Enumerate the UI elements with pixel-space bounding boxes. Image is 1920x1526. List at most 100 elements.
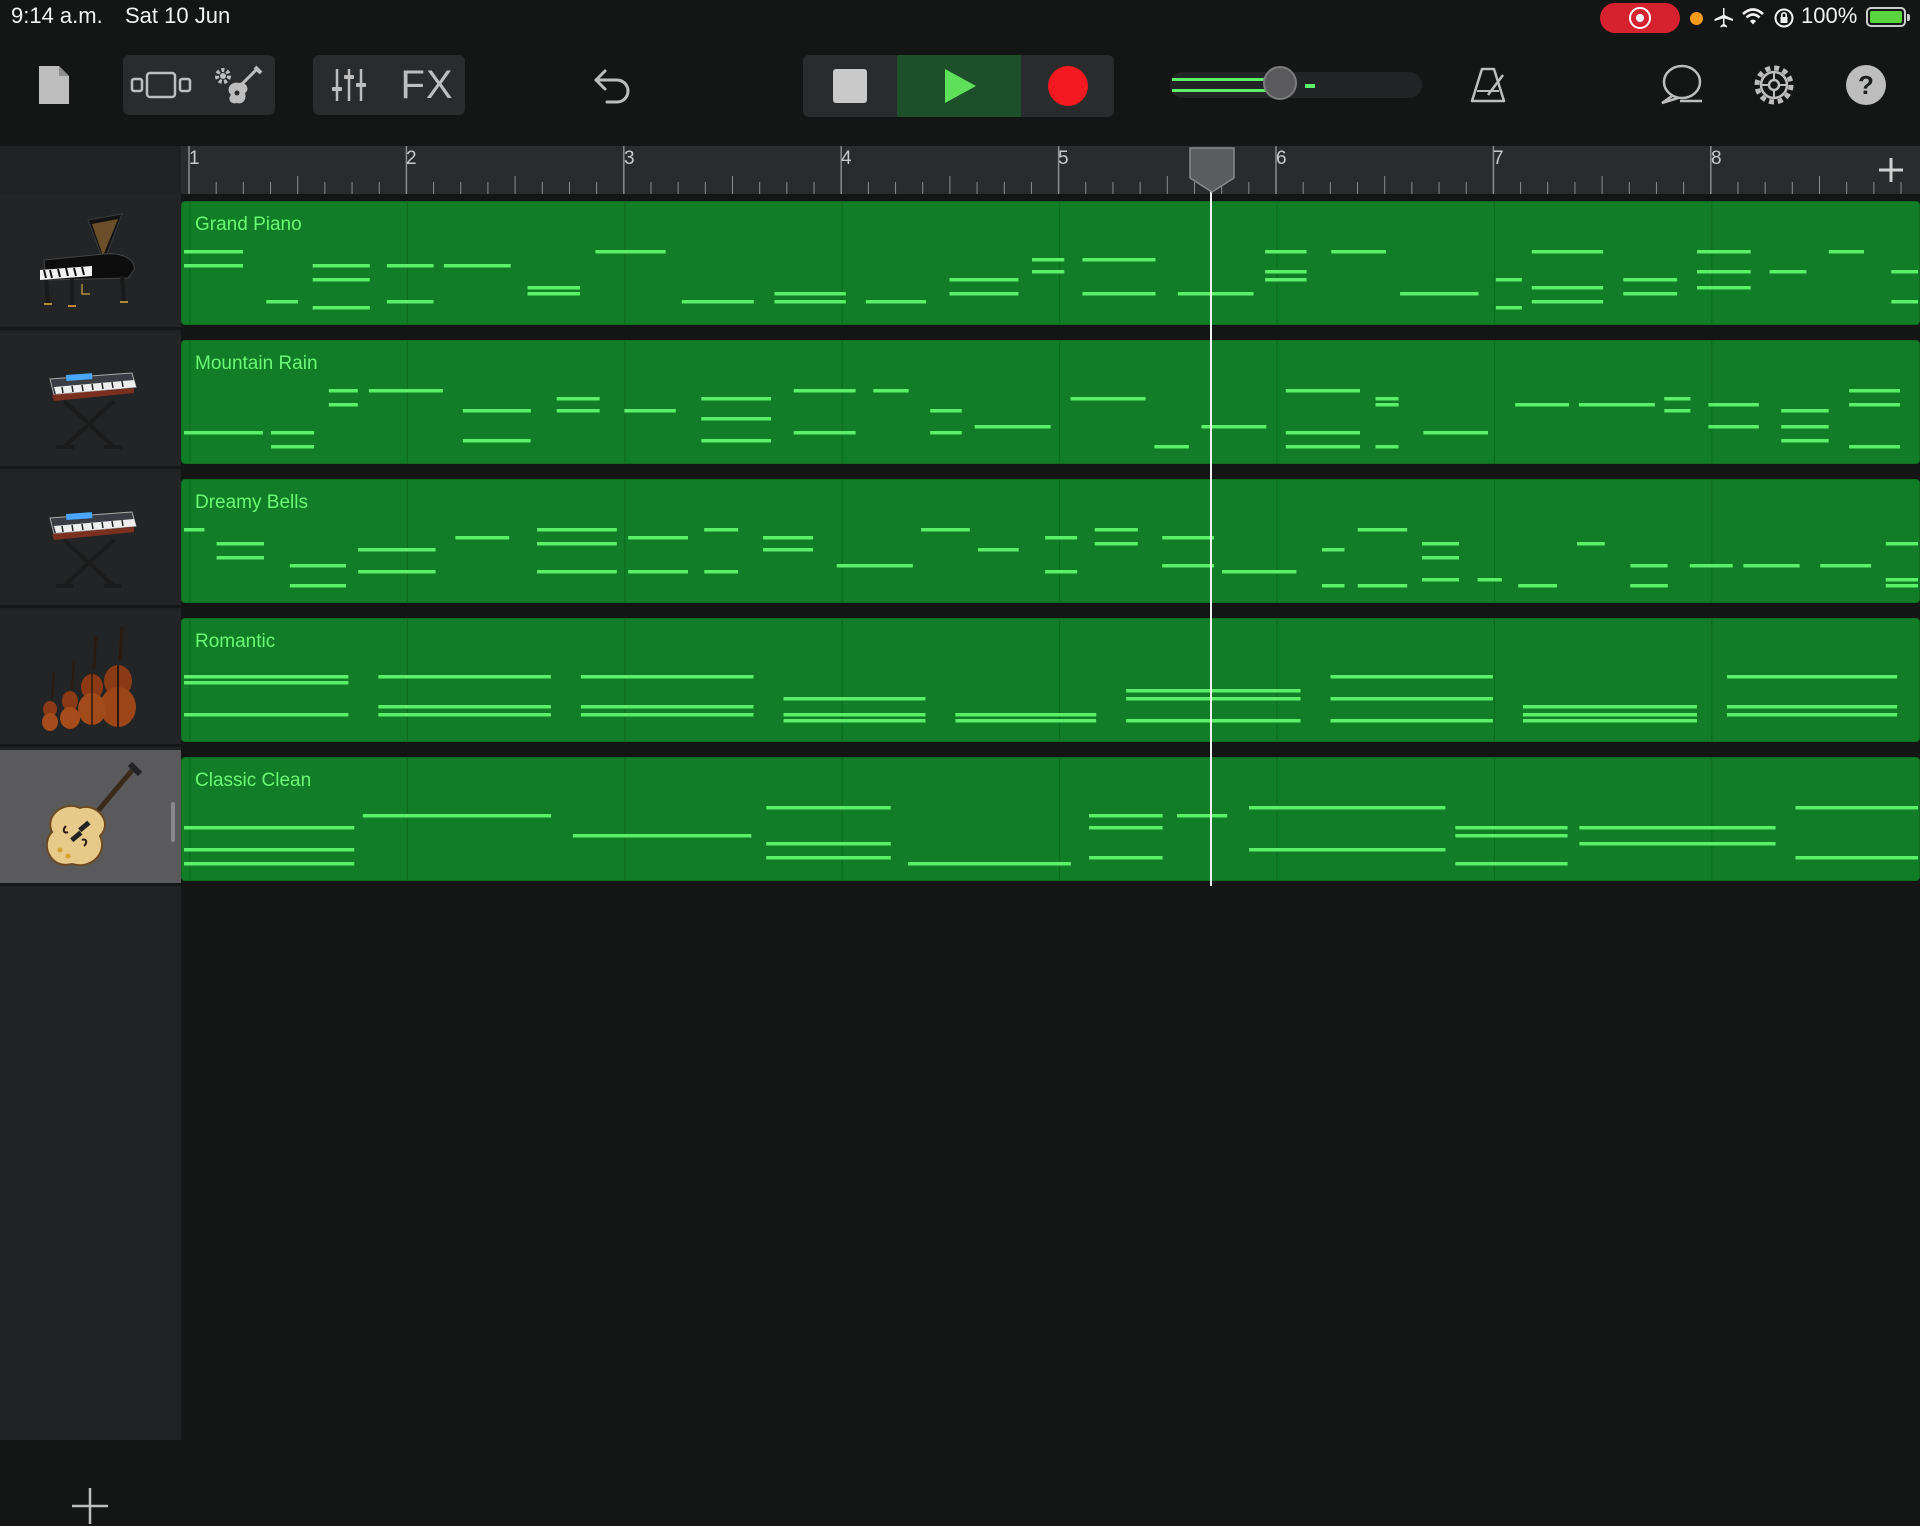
midi-note [774, 300, 846, 304]
midi-note [386, 300, 434, 304]
midi-note [378, 675, 551, 679]
midi-note [1664, 397, 1691, 401]
midi-note [378, 705, 551, 709]
midi-note [1162, 536, 1214, 540]
midi-note [1045, 536, 1078, 540]
midi-note [1177, 292, 1254, 296]
track-header-romantic[interactable] [0, 611, 181, 747]
track-resize-handle[interactable] [171, 802, 175, 842]
metronome-button[interactable] [1464, 55, 1512, 115]
status-date: Sat 10 Jun [125, 3, 231, 28]
midi-note [681, 300, 754, 304]
midi-note [1455, 862, 1568, 866]
midi-note [1422, 578, 1459, 582]
midi-note [1623, 278, 1678, 282]
midi-note [1321, 548, 1345, 552]
bar-number: 2 [406, 148, 417, 169]
play-icon [945, 69, 976, 103]
track-header-classic-clean[interactable] [0, 750, 181, 886]
region-dreamy-bells[interactable]: Dreamy Bells [181, 479, 1920, 603]
midi-note [1375, 403, 1399, 407]
region-grand-piano[interactable]: Grand Piano [181, 201, 1920, 325]
battery-percent: 100% [1801, 3, 1858, 28]
midi-note [1781, 439, 1829, 443]
help-button[interactable]: ? [1844, 55, 1888, 115]
volume-knob[interactable] [1263, 66, 1297, 100]
midi-note [580, 713, 754, 717]
midi-note [1885, 578, 1918, 582]
midi-note [949, 292, 1019, 296]
mixer-button[interactable] [313, 55, 385, 115]
midi-note [955, 719, 1097, 723]
loop-browser-button[interactable] [1654, 55, 1710, 115]
playhead-handle[interactable] [1188, 146, 1236, 194]
midi-note [1176, 814, 1228, 818]
play-button[interactable] [897, 55, 1021, 117]
my-songs-button[interactable] [30, 55, 78, 115]
midi-note [184, 862, 355, 866]
midi-note [271, 445, 315, 449]
midi-note [362, 814, 552, 818]
add-section-button[interactable] [1873, 152, 1909, 188]
instrument-browser-button[interactable] [199, 55, 275, 115]
region-mountain-rain[interactable]: Mountain Rain [181, 340, 1920, 464]
midi-note [455, 536, 510, 540]
midi-note [1045, 570, 1078, 574]
midi-notes [184, 341, 1900, 463]
timeline-ruler[interactable]: 1 2 3 4 5 6 7 8 [181, 146, 1920, 194]
add-track-button[interactable] [70, 1486, 110, 1526]
midi-notes [184, 202, 1918, 324]
region-romantic[interactable]: Romantic [181, 618, 1920, 742]
master-volume-slider[interactable] [1170, 66, 1422, 100]
undo-button[interactable] [585, 55, 641, 115]
instrument-browser-icon [215, 65, 263, 104]
midi-note [184, 713, 349, 717]
midi-note [312, 306, 370, 310]
electric-guitar-icon [45, 761, 143, 867]
track-header-grand-piano[interactable] [0, 194, 181, 330]
record-button[interactable] [1021, 55, 1114, 117]
midi-note [1515, 403, 1569, 407]
midi-note [836, 564, 913, 568]
midi-note [184, 826, 355, 830]
record-icon [1047, 66, 1088, 106]
bar-number: 1 [189, 148, 200, 169]
midi-note [1531, 250, 1604, 254]
midi-note [1265, 250, 1307, 254]
midi-note [537, 570, 617, 574]
midi-note [1522, 705, 1697, 709]
midi-note [793, 431, 856, 435]
transport-controls [803, 55, 1114, 117]
region-label: Romantic [195, 631, 276, 652]
bar-number: 6 [1276, 148, 1287, 169]
midi-note [763, 548, 814, 552]
gear-icon [1754, 65, 1794, 105]
midi-note [556, 409, 600, 413]
settings-button[interactable] [1748, 55, 1800, 115]
midi-note [184, 675, 349, 679]
midi-note [865, 300, 927, 304]
midi-note [1330, 719, 1493, 723]
midi-note [628, 536, 688, 540]
midi-note [462, 409, 531, 413]
stop-button[interactable] [803, 55, 897, 117]
tracks-view-button[interactable] [123, 55, 199, 115]
midi-note [701, 439, 772, 443]
midi-note [1357, 584, 1408, 588]
screen-recording-icon[interactable] [1600, 3, 1680, 33]
fx-button[interactable]: FX [389, 55, 465, 115]
midi-note [1126, 719, 1301, 723]
midi-note [1891, 300, 1918, 304]
midi-note [766, 842, 891, 846]
midi-notes [184, 758, 1918, 880]
status-bar: 9:14 a.m. Sat 10 Jun 100% [0, 0, 1920, 36]
track-header-dreamy-bells[interactable] [0, 472, 181, 608]
midi-note [1375, 445, 1399, 449]
midi-note [1820, 564, 1872, 568]
midi-note [1522, 713, 1697, 717]
track-header-mountain-rain[interactable] [0, 333, 181, 469]
midi-note [1094, 542, 1138, 546]
region-classic-clean[interactable]: Classic Clean [181, 757, 1920, 881]
midi-note [184, 681, 349, 685]
midi-note [704, 528, 739, 532]
